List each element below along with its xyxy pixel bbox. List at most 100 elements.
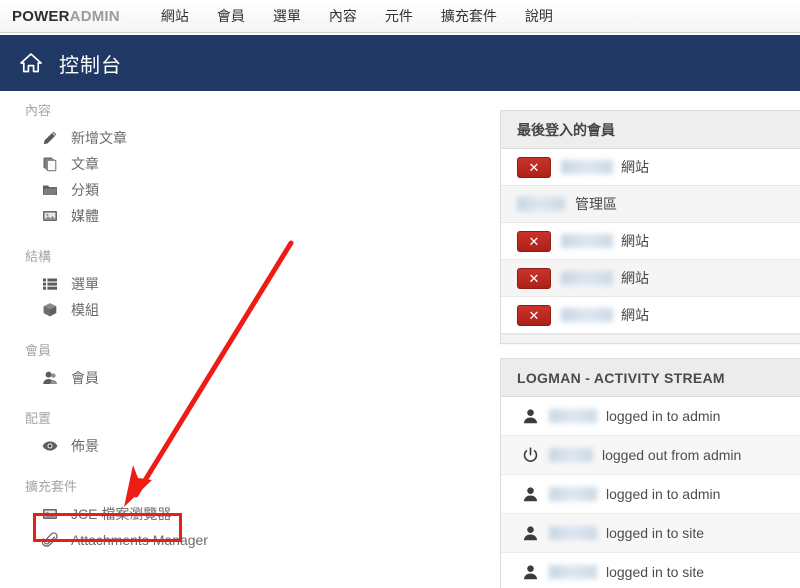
- sidebar: 內容 新增文章 文章 分類 媒體 結構 選單 模組 會員 會員 配置 佈景 擴充…: [0, 100, 470, 570]
- sidebar-section-configuration: 配置 佈景: [0, 408, 470, 459]
- list-item[interactable]: logged in to admin: [501, 475, 800, 514]
- delete-button[interactable]: ✕: [517, 156, 551, 178]
- sidebar-section-label: 內容: [25, 103, 52, 118]
- eye-icon: [40, 437, 60, 455]
- sidebar-item-jce-file-browser[interactable]: JCE 檔案瀏覽器: [40, 501, 470, 527]
- sidebar-item-categories[interactable]: 分類: [40, 177, 470, 203]
- sidebar-item-label: 媒體: [71, 208, 99, 224]
- row-label: 網站: [621, 159, 649, 175]
- copy-stack-icon: [40, 155, 60, 173]
- row-label: 管理區: [575, 196, 617, 212]
- top-bar: POWERADMIN 網站 會員 選單 內容 元件 擴充套件 說明: [0, 0, 800, 33]
- list-item[interactable]: logged in to admin: [501, 397, 800, 436]
- power-icon: [520, 446, 540, 464]
- panel-title: LOGMAN - ACTIVITY STREAM: [517, 369, 725, 386]
- sidebar-item-label: 文章: [71, 156, 99, 172]
- dashboard-page: POWERADMIN 網站 會員 選單 內容 元件 擴充套件 說明 控制台 內容: [0, 0, 800, 588]
- list-item[interactable]: logged in to site: [501, 553, 800, 588]
- user-icon: [520, 564, 540, 581]
- sidebar-item-label: 會員: [71, 370, 99, 386]
- folder-icon: [40, 181, 60, 199]
- delete-button[interactable]: ✕: [517, 267, 551, 289]
- sidebar-item-media[interactable]: 媒體: [40, 203, 470, 229]
- sidebar-item-label: JCE 檔案瀏覽器: [71, 506, 172, 522]
- sidebar-item-menus[interactable]: 選單: [40, 271, 470, 297]
- sidebar-item-label: 模組: [71, 302, 99, 318]
- user-icon: [40, 369, 60, 387]
- panel-header: LOGMAN - ACTIVITY STREAM: [501, 359, 800, 397]
- redacted-username: [517, 197, 565, 211]
- sidebar-item-new-article[interactable]: 新增文章: [40, 125, 470, 151]
- row-label: 網站: [621, 233, 649, 249]
- panel-title: 最後登入的會員: [517, 121, 615, 138]
- sidebar-section-label: 會員: [25, 343, 52, 358]
- redacted-username: [549, 526, 597, 540]
- panel-logman: LOGMAN - ACTIVITY STREAM logged in to ad…: [500, 358, 800, 588]
- sidebar-item-label: 佈景: [71, 438, 99, 454]
- table-row[interactable]: ✕ 網站: [501, 297, 800, 334]
- table-row[interactable]: ✕ 網站: [501, 260, 800, 297]
- redacted-username: [561, 160, 613, 174]
- image-icon: [40, 505, 60, 523]
- sidebar-section-content: 內容 新增文章 文章 分類 媒體: [0, 100, 470, 229]
- panel-last-logins: 最後登入的會員 ✕ 網站 管理區 ✕ 網站 ✕ 網站 ✕ 網站: [500, 110, 800, 344]
- sidebar-section-extensions: 擴充套件 JCE 檔案瀏覽器 Attachments Manager: [0, 476, 470, 553]
- delete-button[interactable]: ✕: [517, 304, 551, 326]
- redacted-username: [549, 409, 597, 423]
- redacted-username: [561, 308, 613, 322]
- sidebar-item-label: 選單: [71, 276, 99, 292]
- page-header: 控制台: [0, 35, 800, 91]
- delete-button[interactable]: ✕: [517, 230, 551, 252]
- sidebar-item-articles[interactable]: 文章: [40, 151, 470, 177]
- redacted-username: [549, 448, 593, 462]
- image-icon: [40, 207, 60, 225]
- table-row[interactable]: ✕ 網站: [501, 223, 800, 260]
- top-nav: 網站 會員 選單 內容 元件 擴充套件 說明: [147, 0, 567, 33]
- paperclip-icon: [40, 531, 60, 549]
- user-icon: [520, 525, 540, 542]
- sidebar-item-label: 新增文章: [71, 130, 127, 146]
- panel-footer: [501, 334, 800, 343]
- sidebar-section-members: 會員 會員: [0, 340, 470, 391]
- sidebar-item-attachments-manager[interactable]: Attachments Manager: [40, 527, 470, 553]
- pencil-icon: [40, 129, 60, 147]
- sidebar-item-members[interactable]: 會員: [40, 365, 470, 391]
- user-icon: [520, 408, 540, 425]
- activity-text: logged in to admin: [606, 486, 721, 502]
- nav-content[interactable]: 內容: [315, 0, 371, 33]
- activity-text: logged in to site: [606, 525, 705, 541]
- list-item[interactable]: logged out from admin: [501, 436, 800, 475]
- activity-text: logged out from admin: [602, 447, 742, 463]
- table-row[interactable]: ✕ 網站: [501, 149, 800, 186]
- cube-icon: [40, 301, 60, 319]
- sidebar-section-label: 配置: [25, 411, 52, 426]
- sidebar-item-modules[interactable]: 模組: [40, 297, 470, 323]
- nav-site[interactable]: 網站: [147, 0, 203, 33]
- nav-extensions[interactable]: 擴充套件: [427, 0, 511, 33]
- brand-strong: POWER: [12, 7, 70, 25]
- row-label: 網站: [621, 270, 649, 286]
- nav-menus[interactable]: 選單: [259, 0, 315, 33]
- list-item[interactable]: logged in to site: [501, 514, 800, 553]
- sidebar-item-label: 分類: [71, 182, 99, 198]
- page-title: 控制台: [59, 54, 122, 77]
- table-row[interactable]: 管理區: [501, 186, 800, 223]
- sidebar-item-templates[interactable]: 佈景: [40, 433, 470, 459]
- activity-text: logged in to site: [606, 564, 705, 580]
- sidebar-section-label: 結構: [25, 249, 52, 264]
- sidebar-section-structure: 結構 選單 模組: [0, 246, 470, 323]
- user-icon: [520, 486, 540, 503]
- panel-header: 最後登入的會員: [501, 111, 800, 149]
- redacted-username: [549, 487, 597, 501]
- brand-logo[interactable]: POWERADMIN: [12, 8, 120, 25]
- redacted-username: [561, 234, 613, 248]
- nav-help[interactable]: 說明: [511, 0, 567, 33]
- redacted-username: [561, 271, 613, 285]
- sidebar-item-label: Attachments Manager: [71, 532, 208, 548]
- row-label: 網站: [621, 307, 649, 323]
- nav-components[interactable]: 元件: [371, 0, 427, 33]
- brand-light: ADMIN: [69, 7, 120, 25]
- nav-members[interactable]: 會員: [203, 0, 259, 33]
- list-icon: [40, 275, 60, 293]
- home-icon: [19, 51, 43, 75]
